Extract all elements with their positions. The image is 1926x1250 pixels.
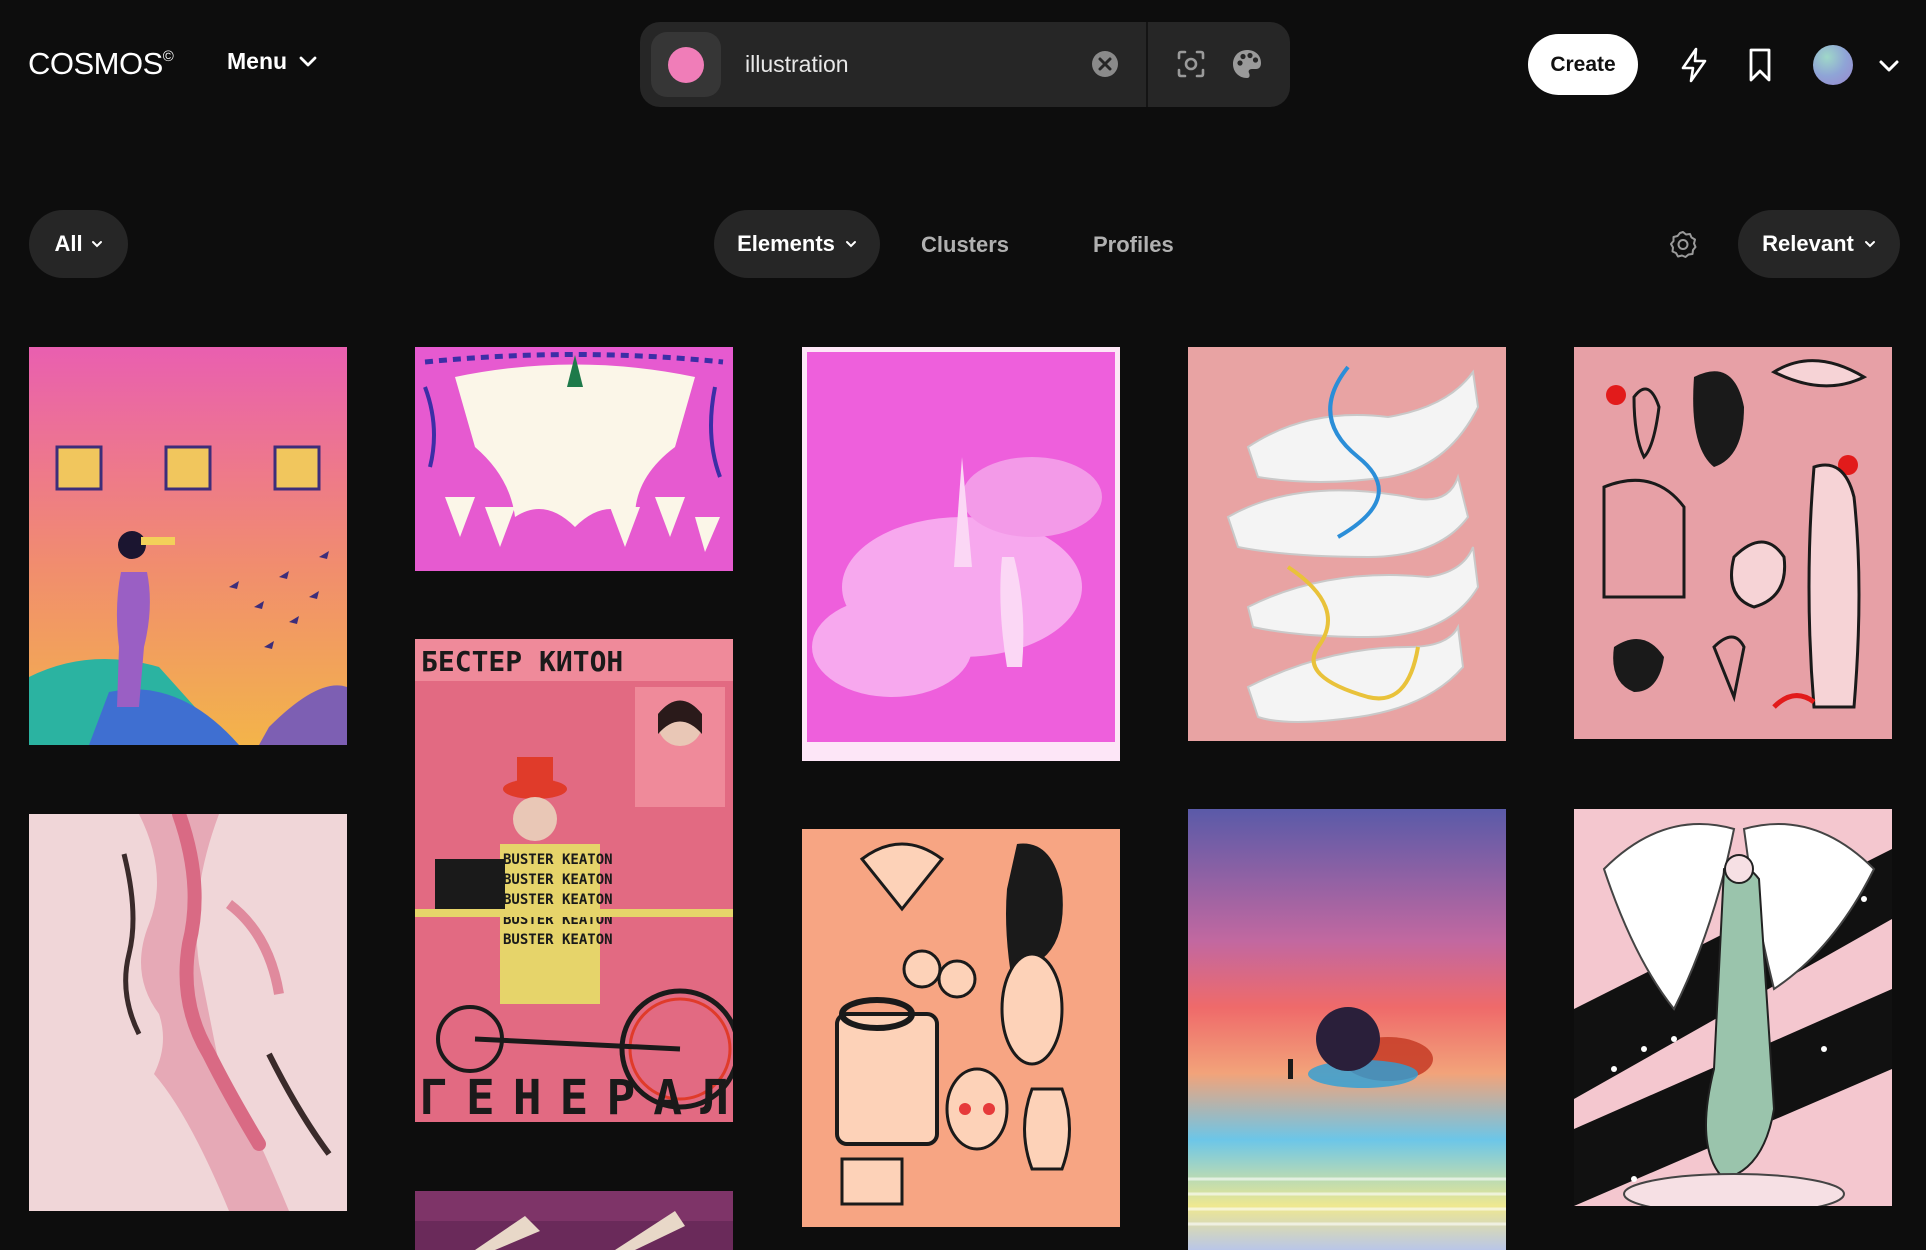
artwork-card-sunset-moon[interactable] [1188,809,1506,1250]
menu-button[interactable]: Menu [227,48,317,75]
palette-icon[interactable] [1229,46,1265,82]
artwork-card-orange-flash[interactable] [802,829,1120,1227]
artwork-card-tattoo-flash[interactable] [1574,347,1892,739]
svg-text:BUSTER KEATON: BUSTER KEATON [503,892,613,908]
artwork-hands-image [1188,347,1506,741]
gear-icon[interactable] [1668,229,1698,259]
artwork-sunset-moon-image [1188,809,1506,1250]
chevron-down-icon [299,56,317,66]
search-input[interactable]: illustration [745,51,1085,78]
tab-clusters[interactable]: Clusters [921,232,1009,258]
chevron-down-icon[interactable] [1878,58,1900,74]
chevron-down-icon [1864,241,1875,248]
artwork-card-film-poster[interactable]: БЕСТЕР КИТОН BUSTER KEATON BUSTER KEATON … [415,639,733,1122]
artwork-telescope-image [29,347,347,745]
logo-text: COSMOS [28,46,163,81]
sort-dropdown[interactable]: Relevant [1738,210,1900,278]
artwork-film-poster-image: БЕСТЕР КИТОН BUSTER KEATONBUSTER KEATON … [415,639,733,1122]
sort-label: Relevant [1762,231,1854,256]
artwork-partial-image [415,1191,733,1250]
menu-label: Menu [227,48,288,74]
scope-filter-dropdown[interactable]: All [29,210,128,278]
logo-mark: © [162,48,174,65]
create-button[interactable]: Create [1528,34,1638,95]
artwork-card-angel[interactable] [1574,809,1892,1206]
top-bar: COSMOS© Menu illustration Create [0,0,1926,130]
chevron-down-icon [845,241,856,248]
tab-elements-label: Elements [737,231,835,256]
bookmark-icon[interactable] [1743,46,1777,84]
artwork-face-image [29,814,347,1211]
search-divider [1146,22,1148,107]
artwork-card-partial[interactable] [415,1191,733,1250]
artwork-card-hands[interactable] [1188,347,1506,741]
color-swatch-button[interactable] [651,32,721,97]
color-swatch-dot [668,46,704,83]
scope-filter-label: All [54,231,83,256]
visual-search-icon[interactable] [1173,46,1209,82]
artwork-angel-engraving-image [802,347,1120,761]
svg-text:BUSTER KEATON: BUSTER KEATON [503,932,613,948]
artwork-card-cloaks[interactable] [415,347,733,571]
artwork-card-angel-engraving[interactable] [802,347,1120,761]
artwork-card-telescope[interactable] [29,347,347,745]
svg-text:BUSTER KEATON: BUSTER KEATON [503,872,613,888]
poster-top-text: БЕСТЕР КИТОН [421,645,623,678]
clear-search-icon[interactable] [1089,48,1121,80]
avatar[interactable] [1813,45,1853,85]
chevron-down-icon [91,241,102,248]
artwork-card-face[interactable] [29,814,347,1211]
lightning-icon[interactable] [1676,46,1712,84]
artwork-orange-flash-image [802,829,1120,1227]
artwork-cloaks-image [415,347,733,571]
cosmos-logo[interactable]: COSMOS© [28,46,174,82]
artwork-tattoo-flash-image [1574,347,1892,739]
tab-profiles[interactable]: Profiles [1093,232,1174,258]
svg-text:BUSTER KEATON: BUSTER KEATON [503,852,613,868]
tab-elements[interactable]: Elements [714,210,880,278]
search-bar[interactable]: illustration [640,22,1290,107]
artwork-angel-image [1574,809,1892,1206]
